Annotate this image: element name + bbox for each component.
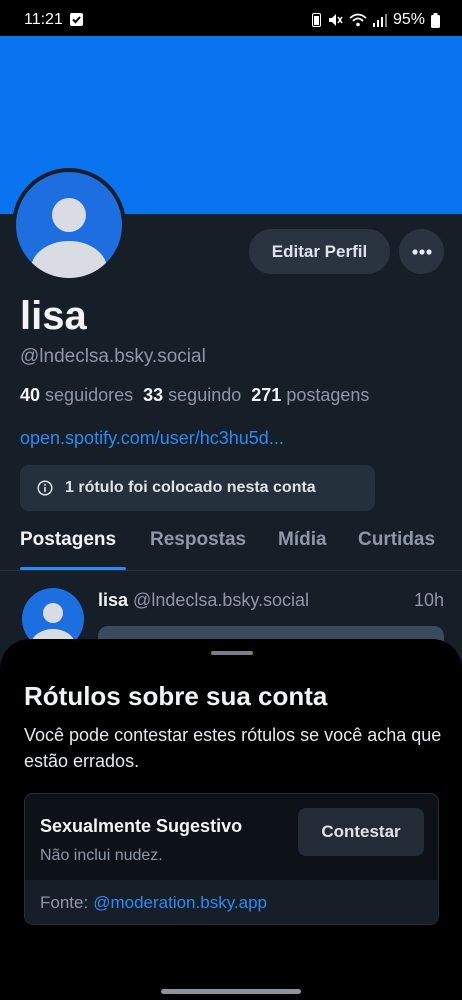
profile-stats: 40 seguidores 33 seguindo 271 postagens (20, 385, 369, 406)
followers-stat[interactable]: 40 seguidores (20, 385, 133, 405)
mute-icon (328, 14, 343, 26)
status-bar: 11:21 95% (0, 0, 462, 36)
sheet-title: Rótulos sobre sua conta (24, 681, 328, 711)
status-time: 11:21 (24, 11, 63, 28)
notification-check-icon (70, 13, 83, 26)
labels-bottom-sheet: Rótulos sobre sua conta Você pode contes… (0, 639, 462, 1000)
edit-profile-button[interactable]: Editar Perfil (249, 229, 390, 274)
posts-stat: 271 postagens (251, 385, 370, 405)
tab-likes[interactable]: Curtidas (358, 529, 435, 551)
contest-button[interactable]: Contestar (298, 808, 424, 856)
battery-saver-icon (311, 13, 321, 27)
source-prefix: Fonte: (40, 893, 89, 912)
label-notice-text: 1 rótulo foi colocado nesta conta (65, 479, 316, 496)
label-name: Sexualmente Sugestivo (40, 816, 243, 836)
following-stat[interactable]: 33 seguindo (143, 385, 241, 405)
sheet-description: Você pode contestar estes rótulos se voc… (24, 725, 442, 771)
source-link[interactable]: @moderation.bsky.app (93, 893, 267, 913)
post-timestamp: 10h (413, 590, 444, 610)
default-avatar-icon (31, 198, 107, 278)
tab-media[interactable]: Mídia (278, 529, 327, 551)
battery-icon (431, 12, 440, 28)
post-author[interactable]: lisa @lndeclsa.bsky.social (98, 590, 309, 611)
more-options-button[interactable] (399, 229, 444, 274)
profile-avatar[interactable] (12, 168, 126, 282)
wifi-icon (349, 13, 367, 27)
more-dots-icon (411, 248, 432, 255)
sheet-drag-handle[interactable] (211, 651, 253, 655)
profile-bio-link[interactable]: open.spotify.com/user/hc3hu5d... (20, 428, 284, 449)
tab-replies[interactable]: Respostas (150, 529, 246, 551)
label-subtitle: Não inclui nudez. (40, 847, 163, 864)
battery-percent: 95% (392, 11, 425, 28)
label-notice-button[interactable]: 1 rótulo foi colocado nesta conta (20, 465, 375, 511)
display-name: lisa (20, 294, 87, 338)
profile-handle: @lndeclsa.bsky.social (20, 346, 206, 367)
profile-tabs: Postagens Respostas Mídia Curtidas (0, 529, 462, 571)
status-icons: 95% (311, 11, 440, 29)
signal-icon (372, 14, 387, 27)
info-icon (37, 480, 53, 496)
label-card: Sexualmente Sugestivo Não inclui nudez. … (24, 793, 439, 925)
label-source: Fonte: @moderation.bsky.app (25, 880, 438, 924)
active-tab-indicator (20, 567, 126, 570)
tab-posts[interactable]: Postagens (20, 529, 116, 551)
home-indicator[interactable] (161, 989, 301, 994)
